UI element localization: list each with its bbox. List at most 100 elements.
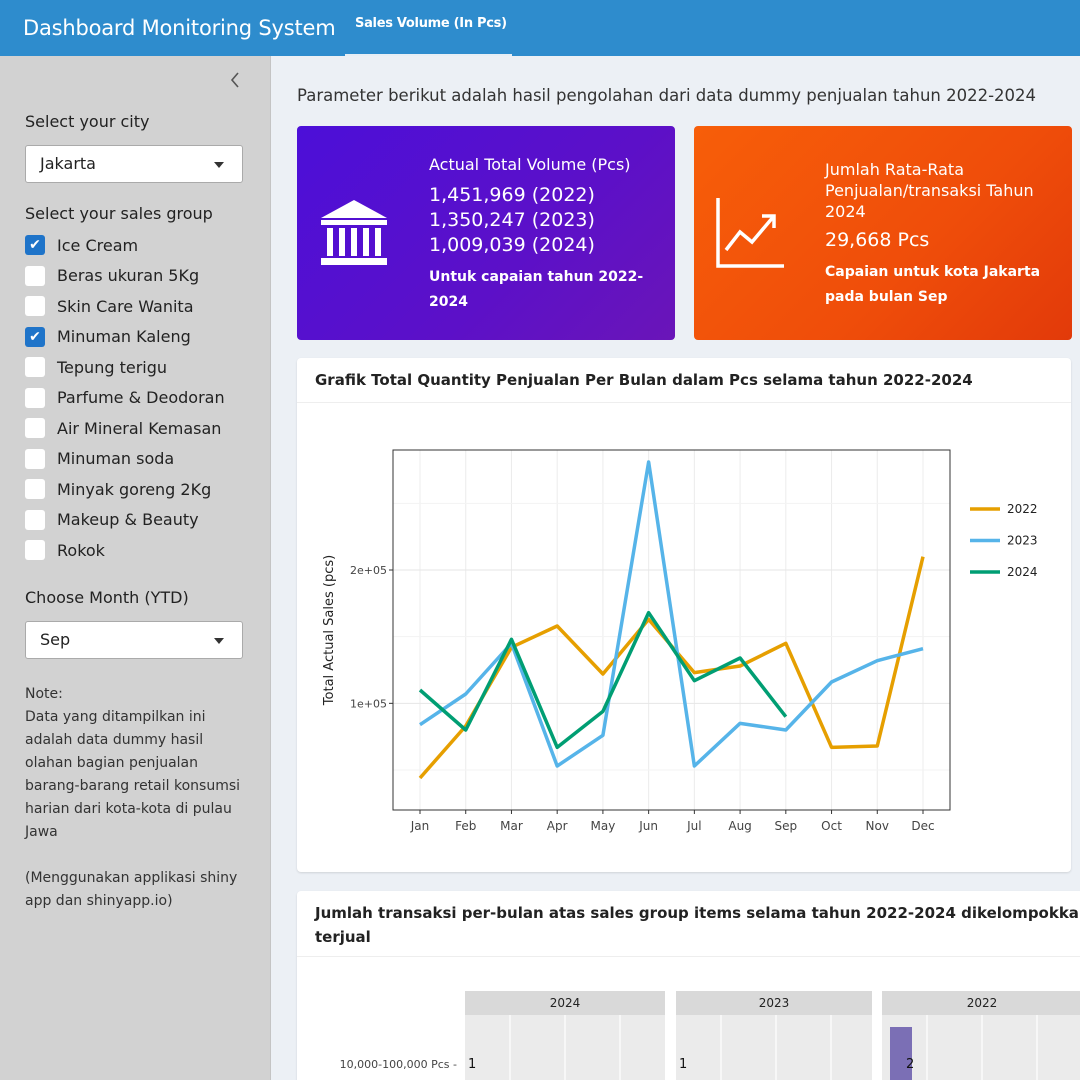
sales-group-option[interactable]: Beras ukuran 5Kg	[25, 261, 225, 292]
transactions-facet-chart[interactable]: 2024 1 2023 1 2022 2 10,000-100,000 Pcs -	[297, 957, 1080, 1080]
x-tick-label: Oct	[821, 819, 842, 833]
checkbox-icon[interactable]	[25, 296, 45, 317]
chevron-left-icon[interactable]	[228, 70, 242, 95]
checkbox-icon[interactable]	[25, 418, 45, 439]
sales-group-option[interactable]: Tepung terigu	[25, 352, 225, 383]
sales-group-option-label: Minyak goreng 2Kg	[57, 479, 212, 499]
facet-label: 2022	[967, 996, 998, 1010]
checkbox-icon[interactable]	[25, 509, 45, 530]
facet-label: 2024	[550, 996, 581, 1010]
facet-label: 2023	[759, 996, 790, 1010]
chart2-title: Jumlah transaksi per-bulan atas sales gr…	[297, 891, 1080, 957]
sales-group-option-label: Minuman Kaleng	[57, 327, 191, 347]
app-title: Dashboard Monitoring System	[23, 16, 336, 40]
monthly-quantity-chart[interactable]: 1e+05 2e+05 Jan Feb Mar Apr May Jun Jul Aug Sep Oct…	[297, 403, 1071, 872]
checkbox-icon[interactable]	[25, 357, 45, 378]
y-axis-label: Total Actual Sales (pcs)	[322, 555, 337, 706]
checkbox-icon[interactable]	[25, 387, 45, 408]
city-select[interactable]: Jakarta	[25, 145, 243, 183]
month-label: Choose Month (YTD)	[25, 588, 189, 607]
bar-count-label: 1	[468, 1057, 476, 1072]
caret-down-icon	[214, 638, 224, 644]
legend-label: 2024	[1007, 565, 1038, 579]
line-chart-icon	[714, 194, 786, 274]
sales-group-option[interactable]: Rokok	[25, 535, 225, 566]
sales-group-option[interactable]: ✔ Minuman Kaleng	[25, 322, 225, 353]
top-navbar: Dashboard Monitoring System Sales Volume…	[0, 0, 1080, 56]
x-tick-label: Dec	[911, 819, 934, 833]
sales-group-option[interactable]: Parfume & Deodoran	[25, 383, 225, 414]
sales-group-option[interactable]: Skin Care Wanita	[25, 291, 225, 322]
sales-group-option-label: Ice Cream	[57, 235, 139, 255]
x-tick-label: Aug	[728, 819, 751, 833]
checkbox-checked-icon[interactable]: ✔	[25, 235, 45, 256]
volume-box-subtitle: Untuk capaian tahun 2022-2024	[429, 269, 644, 310]
sales-group-option-label: Beras ukuran 5Kg	[57, 266, 200, 286]
y-tick-label: 1e+05	[350, 697, 387, 710]
volume-value-box: Actual Total Volume (Pcs) 1,451,969 (202…	[297, 126, 675, 340]
monthly-quantity-chart-card: Grafik Total Quantity Penjualan Per Bula…	[297, 358, 1071, 872]
y-tick-label: 2e+05	[350, 564, 387, 577]
checkbox-icon[interactable]	[25, 265, 45, 286]
sidebar: Select your city Jakarta Select your sal…	[0, 56, 271, 1080]
chart2-title-line1: Jumlah transaksi per-bulan atas sales gr…	[315, 904, 1080, 922]
sales-group-option-label: Air Mineral Kemasan	[57, 418, 222, 438]
sales-group-option[interactable]: ✔ Ice Cream	[25, 230, 225, 261]
transactions-chart-card: Jumlah transaksi per-bulan atas sales gr…	[297, 891, 1080, 1080]
x-tick-label: May	[591, 819, 616, 833]
checkbox-icon[interactable]	[25, 540, 45, 561]
bank-icon	[319, 198, 389, 272]
sales-group-checklist: ✔ Ice Cream Beras ukuran 5Kg Skin Care Wani…	[25, 230, 225, 566]
sales-group-option-label: Skin Care Wanita	[57, 296, 194, 316]
average-box-subtitle: Capaian untuk kota Jakarta pada bulan Se…	[825, 264, 1041, 305]
x-tick-label: Jan	[410, 819, 430, 833]
sales-group-option[interactable]: Minyak goreng 2Kg	[25, 474, 225, 505]
average-box-title: Jumlah Rata-Rata Penjualan/transaksi Tah…	[825, 160, 1034, 221]
sales-group-option[interactable]: Air Mineral Kemasan	[25, 413, 225, 444]
volume-2022: 1,451,969 (2022)	[429, 184, 595, 206]
sales-group-option[interactable]: Minuman soda	[25, 444, 225, 475]
volume-box-title: Actual Total Volume (Pcs)	[429, 155, 631, 174]
x-tick-label: Jul	[686, 819, 701, 833]
sales-group-option-label: Tepung terigu	[57, 357, 168, 377]
checkbox-checked-icon[interactable]: ✔	[25, 326, 45, 347]
note-footer: (Menggunakan applikasi shiny app dan shi…	[25, 870, 238, 909]
city-label: Select your city	[25, 112, 150, 131]
chart2-title-line2: terjual	[315, 928, 371, 946]
note-title: Note:	[25, 686, 63, 702]
tab-sales-volume[interactable]: Sales Volume (In Pcs)	[345, 0, 512, 56]
sales-group-option-label: Minuman soda	[57, 449, 175, 469]
average-box-value: 29,668 Pcs	[825, 229, 930, 251]
checkbox-icon[interactable]	[25, 448, 45, 469]
month-select[interactable]: Sep	[25, 621, 243, 659]
sales-group-option-label: Parfume & Deodoran	[57, 388, 225, 408]
x-tick-label: Nov	[866, 819, 889, 833]
x-tick-label: Jun	[638, 819, 658, 833]
plot-area	[393, 450, 950, 810]
sales-group-option-label: Makeup & Beauty	[57, 510, 199, 530]
y-category-label: 10,000-100,000 Pcs -	[340, 1058, 457, 1071]
note-body: Data yang ditampilkan ini adalah data du…	[25, 709, 241, 840]
sales-group-label: Select your sales group	[25, 204, 213, 223]
note-text: Note: Data yang ditampilkan ini adalah d…	[25, 683, 247, 913]
bar-2022	[890, 1027, 912, 1080]
month-select-value: Sep	[40, 630, 71, 649]
bar-count-label: 1	[679, 1057, 687, 1072]
volume-2024: 1,009,039 (2024)	[429, 234, 595, 256]
city-select-value: Jakarta	[40, 154, 96, 173]
chart1-title: Grafik Total Quantity Penjualan Per Bula…	[297, 358, 1071, 403]
x-tick-label: Feb	[455, 819, 476, 833]
sales-group-option[interactable]: Makeup & Beauty	[25, 505, 225, 536]
checkbox-icon[interactable]	[25, 479, 45, 500]
intro-text: Parameter berikut adalah hasil pengolaha…	[297, 86, 1037, 105]
facet-panel	[676, 1015, 872, 1080]
sales-group-option-label: Rokok	[57, 540, 105, 560]
x-tick-label: Mar	[500, 819, 523, 833]
x-tick-label: Sep	[775, 819, 798, 833]
legend-label: 2023	[1007, 534, 1038, 548]
x-tick-label: Apr	[547, 819, 568, 833]
volume-2023: 1,350,247 (2023)	[429, 209, 595, 231]
caret-down-icon	[214, 162, 224, 168]
average-value-box: Jumlah Rata-Rata Penjualan/transaksi Tah…	[694, 126, 1072, 340]
legend-label: 2022	[1007, 502, 1038, 516]
